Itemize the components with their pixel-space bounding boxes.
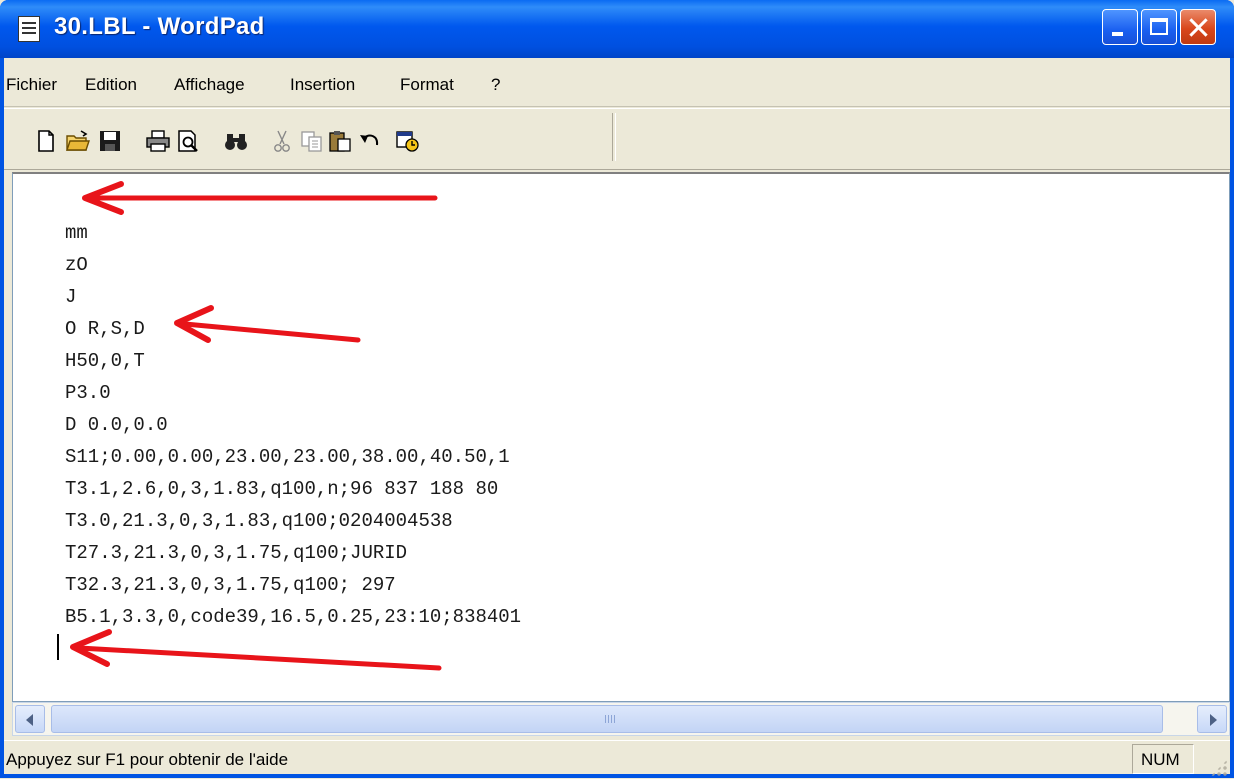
window-title: 30.LBL - WordPad [54, 13, 265, 40]
wordpad-window: 30.LBL - WordPad Fichier Edition Afficha… [0, 0, 1234, 778]
maximize-button[interactable] [1141, 9, 1177, 45]
copy-icon[interactable] [300, 129, 324, 153]
scroll-thumb[interactable] [51, 705, 1163, 733]
menu-format[interactable]: Format [400, 75, 454, 95]
paste-icon[interactable] [328, 129, 352, 153]
insert-date-time-icon[interactable] [396, 129, 420, 153]
scroll-left-button[interactable] [15, 705, 45, 733]
toolbar-separator [612, 113, 616, 161]
new-document-icon[interactable] [34, 129, 58, 153]
resize-grip[interactable] [1210, 759, 1228, 777]
document-area[interactable]: mm zO J O R,S,D H50,0,T P3.0 D 0.0,0.0 S… [12, 172, 1230, 702]
title-bar[interactable]: 30.LBL - WordPad [0, 0, 1234, 58]
num-lock-indicator: NUM [1132, 744, 1194, 774]
horizontal-scrollbar[interactable] [12, 702, 1230, 736]
print-preview-icon[interactable] [176, 129, 200, 153]
minimize-button[interactable] [1102, 9, 1138, 45]
annotation-arrow-top [82, 181, 438, 215]
num-lock-label: NUM [1141, 750, 1180, 769]
undo-icon[interactable] [358, 129, 382, 153]
close-button[interactable] [1180, 9, 1216, 45]
print-icon[interactable] [146, 129, 170, 153]
toolbar [4, 108, 1230, 170]
wordpad-app-icon[interactable] [18, 16, 40, 42]
menu-edition[interactable]: Edition [85, 75, 137, 95]
find-binoculars-icon[interactable] [224, 129, 248, 153]
save-disk-icon[interactable] [98, 129, 122, 153]
scroll-right-button[interactable] [1197, 705, 1227, 733]
annotation-arrow-bottom [70, 629, 442, 671]
menu-fichier[interactable]: Fichier [6, 75, 57, 95]
cut-scissors-icon[interactable] [270, 129, 294, 153]
status-help-text: Appuyez sur F1 pour obtenir de l'aide [6, 750, 289, 769]
menu-help[interactable]: ? [491, 75, 500, 95]
status-bar: Appuyez sur F1 pour obtenir de l'aide NU… [4, 740, 1230, 779]
annotation-arrows [70, 181, 442, 671]
menu-affichage[interactable]: Affichage [174, 75, 245, 95]
menu-bar: Fichier Edition Affichage Insertion Form… [4, 58, 1230, 107]
menu-insertion[interactable]: Insertion [290, 75, 355, 95]
open-folder-icon[interactable] [66, 129, 90, 153]
annotation-arrow-middle [174, 305, 361, 343]
